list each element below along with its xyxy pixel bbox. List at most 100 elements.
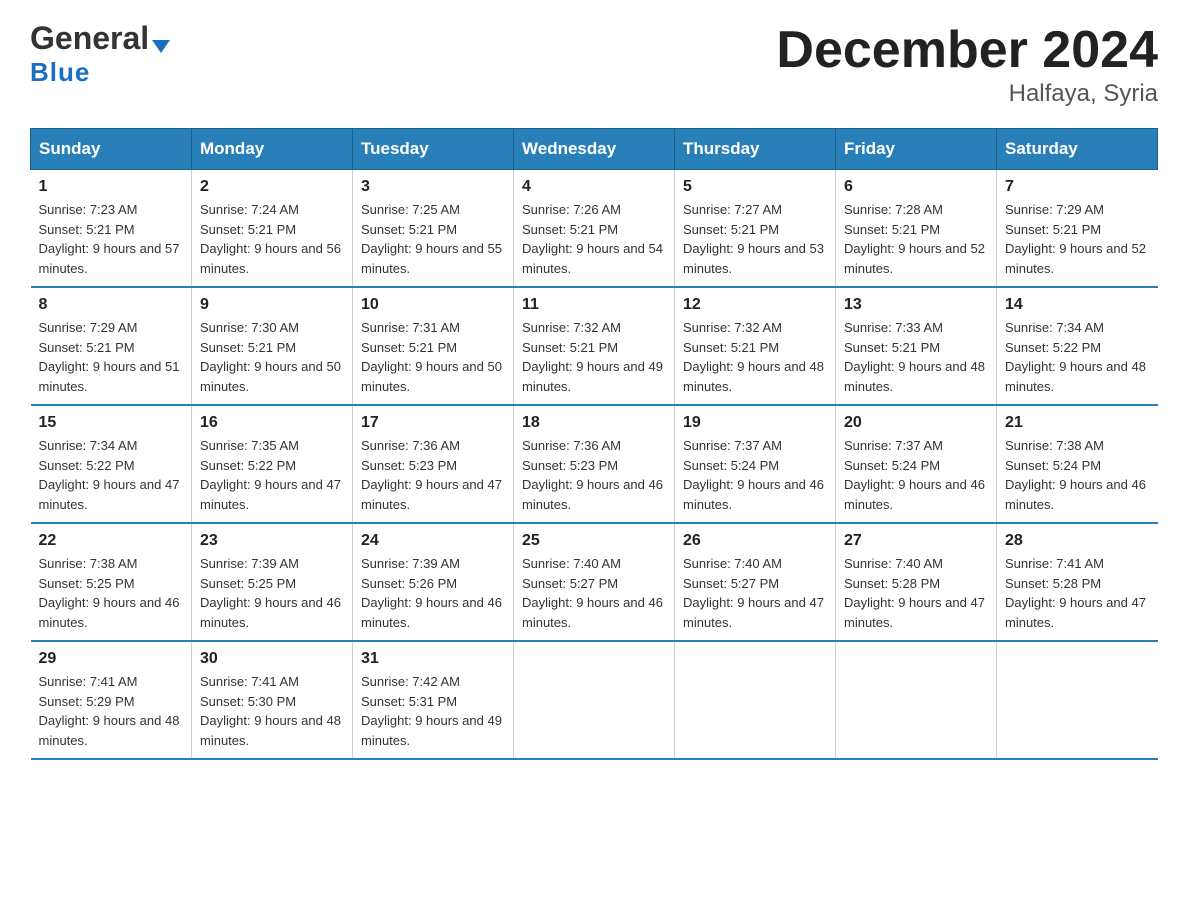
day-number: 27	[844, 532, 988, 550]
calendar-body: 1 Sunrise: 7:23 AM Sunset: 5:21 PM Dayli…	[31, 170, 1158, 760]
day-info: Sunrise: 7:35 AM Sunset: 5:22 PM Dayligh…	[200, 436, 344, 514]
calendar-cell	[836, 641, 997, 759]
logo-chevron-icon	[152, 40, 170, 53]
page-header: General Blue December 2024 Halfaya, Syri…	[30, 20, 1158, 108]
col-monday: Monday	[192, 129, 353, 170]
calendar-cell: 24 Sunrise: 7:39 AM Sunset: 5:26 PM Dayl…	[353, 523, 514, 641]
calendar-week-5: 29 Sunrise: 7:41 AM Sunset: 5:29 PM Dayl…	[31, 641, 1158, 759]
day-info: Sunrise: 7:32 AM Sunset: 5:21 PM Dayligh…	[683, 318, 827, 396]
day-number: 8	[39, 296, 184, 314]
day-number: 18	[522, 414, 666, 432]
day-info: Sunrise: 7:39 AM Sunset: 5:26 PM Dayligh…	[361, 554, 505, 632]
day-info: Sunrise: 7:41 AM Sunset: 5:28 PM Dayligh…	[1005, 554, 1150, 632]
day-number: 19	[683, 414, 827, 432]
day-number: 11	[522, 296, 666, 314]
day-info: Sunrise: 7:38 AM Sunset: 5:25 PM Dayligh…	[39, 554, 184, 632]
calendar-cell: 1 Sunrise: 7:23 AM Sunset: 5:21 PM Dayli…	[31, 170, 192, 288]
day-info: Sunrise: 7:40 AM Sunset: 5:27 PM Dayligh…	[683, 554, 827, 632]
calendar-cell: 27 Sunrise: 7:40 AM Sunset: 5:28 PM Dayl…	[836, 523, 997, 641]
day-number: 5	[683, 178, 827, 196]
day-number: 28	[1005, 532, 1150, 550]
day-number: 29	[39, 650, 184, 668]
day-number: 23	[200, 532, 344, 550]
calendar-cell: 25 Sunrise: 7:40 AM Sunset: 5:27 PM Dayl…	[514, 523, 675, 641]
day-info: Sunrise: 7:30 AM Sunset: 5:21 PM Dayligh…	[200, 318, 344, 396]
calendar-cell: 5 Sunrise: 7:27 AM Sunset: 5:21 PM Dayli…	[675, 170, 836, 288]
logo: General Blue	[30, 20, 170, 88]
col-friday: Friday	[836, 129, 997, 170]
col-wednesday: Wednesday	[514, 129, 675, 170]
calendar-cell: 19 Sunrise: 7:37 AM Sunset: 5:24 PM Dayl…	[675, 405, 836, 523]
day-number: 25	[522, 532, 666, 550]
day-info: Sunrise: 7:37 AM Sunset: 5:24 PM Dayligh…	[683, 436, 827, 514]
day-number: 16	[200, 414, 344, 432]
day-info: Sunrise: 7:29 AM Sunset: 5:21 PM Dayligh…	[1005, 200, 1150, 278]
calendar-cell: 22 Sunrise: 7:38 AM Sunset: 5:25 PM Dayl…	[31, 523, 192, 641]
calendar-table: Sunday Monday Tuesday Wednesday Thursday…	[30, 128, 1158, 760]
calendar-cell: 12 Sunrise: 7:32 AM Sunset: 5:21 PM Dayl…	[675, 287, 836, 405]
title-block: December 2024 Halfaya, Syria	[776, 20, 1158, 108]
day-info: Sunrise: 7:34 AM Sunset: 5:22 PM Dayligh…	[39, 436, 184, 514]
day-number: 14	[1005, 296, 1150, 314]
col-sunday: Sunday	[31, 129, 192, 170]
calendar-cell: 16 Sunrise: 7:35 AM Sunset: 5:22 PM Dayl…	[192, 405, 353, 523]
day-number: 13	[844, 296, 988, 314]
day-number: 26	[683, 532, 827, 550]
calendar-cell: 8 Sunrise: 7:29 AM Sunset: 5:21 PM Dayli…	[31, 287, 192, 405]
calendar-cell: 13 Sunrise: 7:33 AM Sunset: 5:21 PM Dayl…	[836, 287, 997, 405]
day-info: Sunrise: 7:36 AM Sunset: 5:23 PM Dayligh…	[522, 436, 666, 514]
day-number: 30	[200, 650, 344, 668]
calendar-cell: 14 Sunrise: 7:34 AM Sunset: 5:22 PM Dayl…	[997, 287, 1158, 405]
day-info: Sunrise: 7:23 AM Sunset: 5:21 PM Dayligh…	[39, 200, 184, 278]
day-number: 21	[1005, 414, 1150, 432]
calendar-week-2: 8 Sunrise: 7:29 AM Sunset: 5:21 PM Dayli…	[31, 287, 1158, 405]
calendar-cell: 17 Sunrise: 7:36 AM Sunset: 5:23 PM Dayl…	[353, 405, 514, 523]
calendar-cell: 6 Sunrise: 7:28 AM Sunset: 5:21 PM Dayli…	[836, 170, 997, 288]
day-info: Sunrise: 7:24 AM Sunset: 5:21 PM Dayligh…	[200, 200, 344, 278]
day-number: 24	[361, 532, 505, 550]
calendar-cell: 18 Sunrise: 7:36 AM Sunset: 5:23 PM Dayl…	[514, 405, 675, 523]
day-number: 10	[361, 296, 505, 314]
day-info: Sunrise: 7:25 AM Sunset: 5:21 PM Dayligh…	[361, 200, 505, 278]
calendar-cell: 20 Sunrise: 7:37 AM Sunset: 5:24 PM Dayl…	[836, 405, 997, 523]
day-number: 31	[361, 650, 505, 668]
day-number: 9	[200, 296, 344, 314]
day-info: Sunrise: 7:38 AM Sunset: 5:24 PM Dayligh…	[1005, 436, 1150, 514]
day-number: 6	[844, 178, 988, 196]
day-number: 12	[683, 296, 827, 314]
day-info: Sunrise: 7:37 AM Sunset: 5:24 PM Dayligh…	[844, 436, 988, 514]
day-info: Sunrise: 7:26 AM Sunset: 5:21 PM Dayligh…	[522, 200, 666, 278]
calendar-cell: 29 Sunrise: 7:41 AM Sunset: 5:29 PM Dayl…	[31, 641, 192, 759]
day-number: 17	[361, 414, 505, 432]
day-info: Sunrise: 7:41 AM Sunset: 5:29 PM Dayligh…	[39, 672, 184, 750]
calendar-cell: 23 Sunrise: 7:39 AM Sunset: 5:25 PM Dayl…	[192, 523, 353, 641]
day-number: 15	[39, 414, 184, 432]
logo-blue-text: Blue	[30, 57, 90, 87]
day-info: Sunrise: 7:36 AM Sunset: 5:23 PM Dayligh…	[361, 436, 505, 514]
day-number: 1	[39, 178, 184, 196]
calendar-cell: 28 Sunrise: 7:41 AM Sunset: 5:28 PM Dayl…	[997, 523, 1158, 641]
calendar-week-4: 22 Sunrise: 7:38 AM Sunset: 5:25 PM Dayl…	[31, 523, 1158, 641]
calendar-cell: 21 Sunrise: 7:38 AM Sunset: 5:24 PM Dayl…	[997, 405, 1158, 523]
col-tuesday: Tuesday	[353, 129, 514, 170]
page-title: December 2024	[776, 20, 1158, 80]
calendar-cell: 3 Sunrise: 7:25 AM Sunset: 5:21 PM Dayli…	[353, 170, 514, 288]
day-info: Sunrise: 7:39 AM Sunset: 5:25 PM Dayligh…	[200, 554, 344, 632]
calendar-cell: 4 Sunrise: 7:26 AM Sunset: 5:21 PM Dayli…	[514, 170, 675, 288]
calendar-week-1: 1 Sunrise: 7:23 AM Sunset: 5:21 PM Dayli…	[31, 170, 1158, 288]
day-number: 3	[361, 178, 505, 196]
logo-general-text: General	[30, 20, 149, 57]
col-saturday: Saturday	[997, 129, 1158, 170]
header-row: Sunday Monday Tuesday Wednesday Thursday…	[31, 129, 1158, 170]
col-thursday: Thursday	[675, 129, 836, 170]
day-info: Sunrise: 7:27 AM Sunset: 5:21 PM Dayligh…	[683, 200, 827, 278]
day-info: Sunrise: 7:40 AM Sunset: 5:27 PM Dayligh…	[522, 554, 666, 632]
day-number: 4	[522, 178, 666, 196]
calendar-cell: 15 Sunrise: 7:34 AM Sunset: 5:22 PM Dayl…	[31, 405, 192, 523]
day-info: Sunrise: 7:33 AM Sunset: 5:21 PM Dayligh…	[844, 318, 988, 396]
calendar-cell: 11 Sunrise: 7:32 AM Sunset: 5:21 PM Dayl…	[514, 287, 675, 405]
day-number: 7	[1005, 178, 1150, 196]
calendar-week-3: 15 Sunrise: 7:34 AM Sunset: 5:22 PM Dayl…	[31, 405, 1158, 523]
calendar-header: Sunday Monday Tuesday Wednesday Thursday…	[31, 129, 1158, 170]
calendar-cell	[997, 641, 1158, 759]
